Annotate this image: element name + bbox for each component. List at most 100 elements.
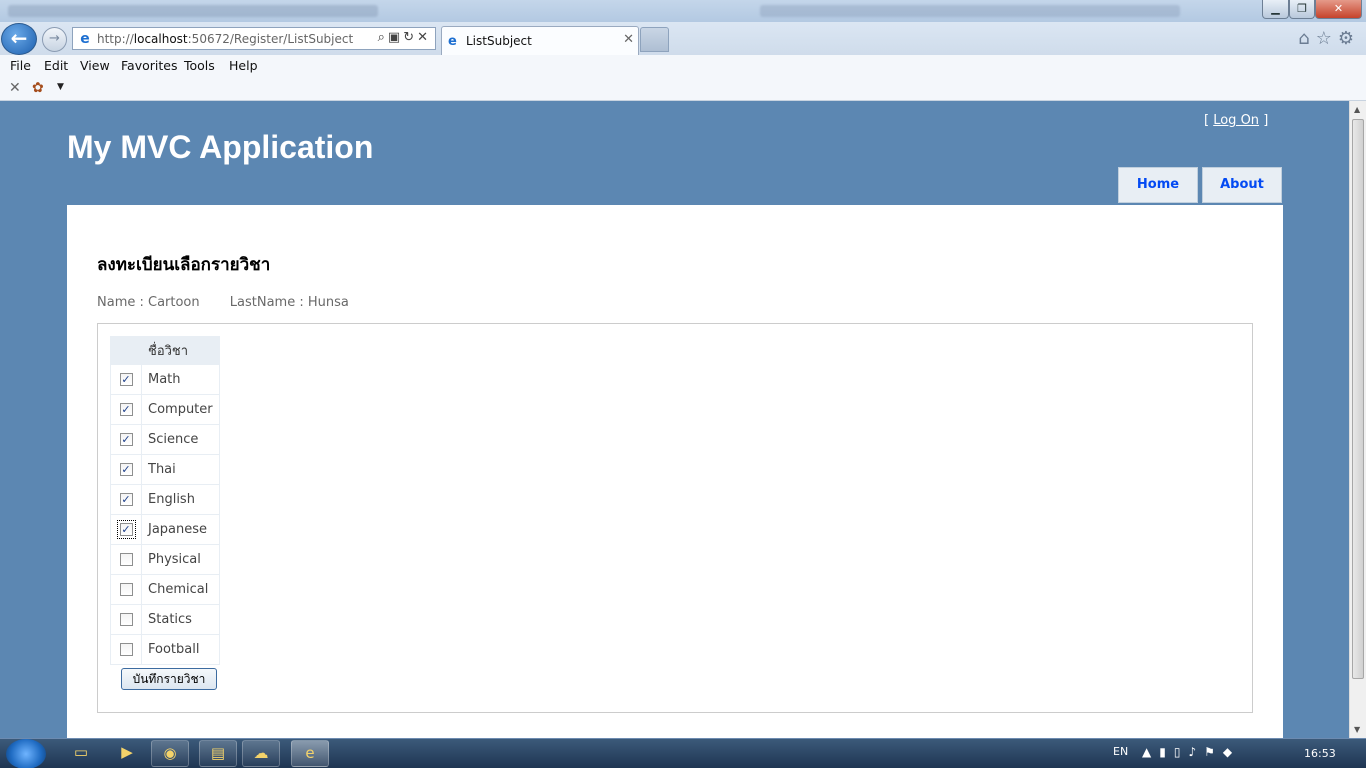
- tab-listsubject[interactable]: e ListSubject ✕: [441, 26, 639, 55]
- subject-row: ✓ Math: [110, 364, 220, 395]
- volume-icon[interactable]: ♪: [1188, 745, 1204, 759]
- subject-row: ✓ Japanese: [110, 514, 220, 545]
- table-header-checkbox-column: [110, 336, 142, 365]
- page-heading: ลงทะเบียนเลือกรายวิชา: [97, 255, 271, 275]
- subject-checkbox[interactable]: ✓: [116, 520, 136, 539]
- dropbox-icon[interactable]: ◆: [1223, 745, 1240, 759]
- subject-row: ✓ Computer: [110, 394, 220, 425]
- tray-expand-icon[interactable]: ▲: [1142, 745, 1159, 759]
- save-subjects-button[interactable]: บันทึกรายวิชา: [121, 668, 217, 690]
- table-header-subject-name: ชื่อวิชา: [141, 336, 220, 365]
- subject-checkbox-cell: [110, 544, 142, 575]
- subject-checkbox-cell: [110, 604, 142, 635]
- back-arrow-icon: ←: [10, 26, 28, 50]
- student-name: Name : Cartoon: [97, 295, 200, 310]
- address-url[interactable]: http://localhost:50672/Register/ListSubj…: [97, 32, 353, 46]
- subject-name: Math: [141, 364, 220, 395]
- subject-table: ชื่อวิชา ✓ Math ✓ Computer ✓ Science ✓ Thai ✓ Eng…: [110, 336, 220, 665]
- scroll-up-icon[interactable]: ▲: [1354, 105, 1360, 114]
- home-icon[interactable]: ⌂: [1298, 28, 1315, 49]
- visual-studio-taskbar-icon[interactable]: ▤: [199, 740, 237, 767]
- student-lastname: LastName : Hunsa: [229, 295, 349, 310]
- subject-name: Science: [141, 424, 220, 455]
- back-button[interactable]: ←: [1, 23, 37, 55]
- subject-checkbox-cell: ✓: [110, 394, 142, 425]
- address-bar[interactable]: e http://localhost:50672/Register/ListSu…: [72, 27, 436, 50]
- background-window-blurred: [760, 5, 1180, 17]
- menu-file[interactable]: File: [10, 58, 31, 73]
- stop-icon[interactable]: ✕: [417, 30, 431, 45]
- network-icon[interactable]: ▮: [1159, 745, 1174, 759]
- nav-about[interactable]: About: [1202, 167, 1282, 203]
- media-player-taskbar-icon[interactable]: ▶: [108, 740, 146, 767]
- browser-navigation-bar: ← → e http://localhost:50672/Register/Li…: [0, 22, 1366, 55]
- subject-name: Chemical: [141, 574, 220, 605]
- scroll-thumb[interactable]: [1352, 119, 1364, 679]
- language-indicator[interactable]: EN: [1113, 745, 1128, 758]
- close-window-button[interactable]: ✕: [1315, 0, 1362, 19]
- address-tools: ⌕▣↻✕: [378, 30, 431, 45]
- scroll-down-icon[interactable]: ▼: [1354, 725, 1360, 734]
- forward-button[interactable]: →: [42, 27, 67, 52]
- subject-checkbox[interactable]: ✓: [119, 493, 133, 506]
- subject-checkbox-cell: [110, 574, 142, 605]
- dropdown-caret-icon[interactable]: ▼: [57, 82, 64, 92]
- subject-checkbox[interactable]: [119, 553, 133, 566]
- internet-explorer-taskbar-icon[interactable]: e: [291, 740, 329, 767]
- new-tab-button[interactable]: [640, 27, 669, 52]
- window-title-bar: ▁ ❐ ✕: [0, 0, 1366, 22]
- favorites-star-icon[interactable]: ☆: [1316, 28, 1338, 49]
- subject-checkbox-cell: ✓: [110, 454, 142, 485]
- url-scheme: http://: [97, 32, 134, 46]
- minimize-button[interactable]: ▁: [1262, 0, 1289, 19]
- url-path: :50672/Register/ListSubject: [187, 32, 354, 46]
- start-button[interactable]: [6, 739, 46, 768]
- system-clock[interactable]: 16:53: [1304, 747, 1336, 760]
- compat-view-icon[interactable]: ▣: [388, 30, 403, 45]
- menu-tools[interactable]: Tools: [184, 58, 215, 73]
- subject-checkbox[interactable]: [119, 643, 133, 656]
- logon-bracket-close: ]: [1263, 113, 1269, 128]
- subject-checkbox-cell: ✓: [110, 484, 142, 515]
- vertical-scrollbar[interactable]: ▲ ▼: [1349, 101, 1366, 738]
- subject-name: Japanese: [141, 514, 220, 545]
- menu-bar: File Edit View Favorites Tools Help: [0, 55, 1366, 77]
- subject-name: Computer: [141, 394, 220, 425]
- ie-page-icon: e: [80, 31, 90, 47]
- settings-gear-icon[interactable]: ⚙: [1338, 28, 1360, 49]
- subject-checkbox[interactable]: ✓: [119, 463, 133, 476]
- addon-icon[interactable]: ✿: [32, 80, 44, 96]
- menu-view[interactable]: View: [80, 58, 110, 73]
- subject-checkbox[interactable]: ✓: [119, 433, 133, 446]
- app-taskbar-icon[interactable]: ☁: [242, 740, 280, 767]
- student-info: Name : Cartoon LastName : Hunsa: [97, 295, 349, 310]
- page-viewport: [ Log On ] My MVC Application Home About…: [0, 101, 1349, 738]
- log-on-link[interactable]: Log On: [1213, 113, 1259, 128]
- subject-name: Thai: [141, 454, 220, 485]
- main-content: ลงทะเบียนเลือกรายวิชา Name : Cartoon Las…: [67, 205, 1283, 738]
- search-icon[interactable]: ⌕: [378, 30, 388, 45]
- device-icon[interactable]: ▯: [1174, 745, 1189, 759]
- menu-favorites[interactable]: Favorites: [121, 58, 177, 73]
- window-title-blurred: [8, 5, 378, 17]
- subject-name: Statics: [141, 604, 220, 635]
- action-center-flag-icon[interactable]: ⚑: [1204, 745, 1223, 759]
- menu-help[interactable]: Help: [229, 58, 258, 73]
- explorer-taskbar-icon[interactable]: ▭: [62, 740, 100, 767]
- nav-home[interactable]: Home: [1118, 167, 1198, 203]
- url-host: localhost: [133, 32, 188, 46]
- forward-arrow-icon: →: [49, 31, 60, 46]
- maximize-button[interactable]: ❐: [1289, 0, 1315, 19]
- subject-checkbox-cell: ✓: [110, 424, 142, 455]
- menu-edit[interactable]: Edit: [44, 58, 68, 73]
- close-toolbar-icon[interactable]: ✕: [9, 80, 21, 96]
- subject-checkbox[interactable]: ✓: [119, 403, 133, 416]
- subject-checkbox[interactable]: [119, 583, 133, 596]
- subject-name: Physical: [141, 544, 220, 575]
- subject-checkbox[interactable]: [119, 613, 133, 626]
- subject-checkbox[interactable]: ✓: [119, 373, 133, 386]
- close-tab-icon[interactable]: ✕: [623, 32, 634, 47]
- chrome-taskbar-icon[interactable]: ◉: [151, 740, 189, 767]
- refresh-icon[interactable]: ↻: [403, 30, 417, 45]
- tab-title: ListSubject: [466, 34, 532, 48]
